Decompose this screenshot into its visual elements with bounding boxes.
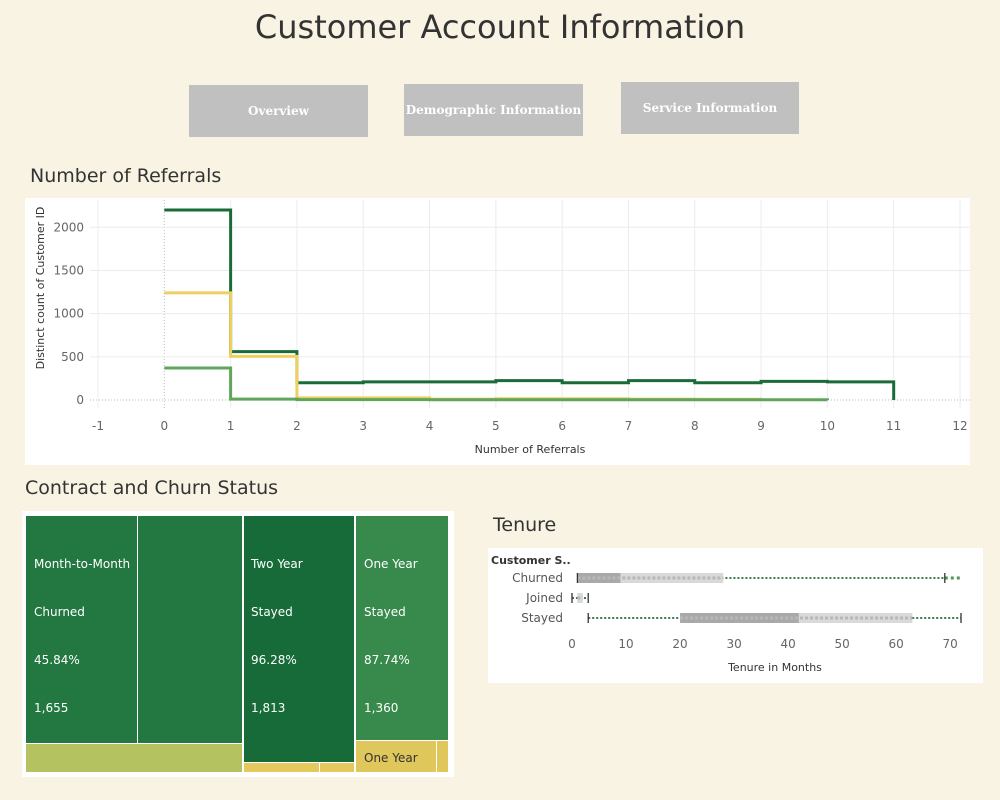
page-title: Customer Account Information [254, 8, 746, 46]
referrals-grid [90, 200, 970, 408]
referrals-x-tick-label: 4 [426, 419, 434, 433]
referrals-y-tick-label: 500 [61, 350, 84, 364]
demographic-information-button[interactable]: Demographic Information [404, 84, 583, 136]
referrals-section-title: Number of Referrals [30, 165, 222, 187]
referrals-x-tick-label: 10 [820, 419, 835, 433]
treemap-label-one-year: One Year Stayed 87.74% 1,360 [364, 524, 418, 748]
overview-button[interactable]: Overview [189, 85, 368, 137]
referrals-x-ticks: -1 0 1 2 3 4 5 6 7 8 9 10 11 12 [92, 419, 968, 433]
referrals-series [164, 208, 896, 402]
referrals-x-tick-label: 2 [293, 419, 301, 433]
service-information-button[interactable]: Service Information [621, 82, 799, 134]
referrals-y-axis-label: Distinct count of Customer ID [34, 207, 47, 370]
tenure-x-tick-label: 50 [834, 637, 849, 651]
tenure-x-ticks: 0 10 20 30 40 50 60 70 [568, 637, 958, 651]
treemap-cell-one-year-other[interactable] [437, 741, 448, 772]
treemap-cell-two-year-other[interactable] [320, 763, 354, 772]
referrals-chart-panel: -1 0 1 2 3 4 5 6 7 8 9 10 11 12 0 500 1000 1500 2000 Numb… [25, 198, 970, 465]
treemap-label-line: Churned [34, 605, 85, 619]
treemap-label-two-year: Two Year Stayed 96.28% 1,813 [251, 524, 303, 748]
referrals-y-tick-label: 0 [76, 393, 84, 407]
tenure-x-tick-label: 60 [889, 637, 904, 651]
referrals-chart: -1 0 1 2 3 4 5 6 7 8 9 10 11 12 0500100015002000 Numb… [34, 200, 970, 456]
tenure-boxes [571, 573, 963, 623]
treemap-label-line: Stayed [364, 605, 406, 619]
referrals-x-tick-label: 9 [757, 419, 765, 433]
tenure-x-tick-label: 40 [780, 637, 795, 651]
treemap-label-month-to-month: Month-to-Month Churned 45.84% 1,655 [34, 524, 130, 748]
treemap-label-one-year-small: One Year [364, 751, 418, 765]
referrals-y-tick-label: 1000 [53, 307, 84, 321]
referrals-x-tick-label: 6 [558, 419, 566, 433]
tenure-category-label: Joined [525, 591, 563, 605]
tenure-x-tick-label: 0 [568, 637, 576, 651]
tenure-x-tick-label: 10 [618, 637, 633, 651]
referrals-x-tick-label: 1 [227, 419, 235, 433]
referrals-x-tick-label: -1 [92, 419, 104, 433]
treemap-label-line: 1,813 [251, 701, 286, 715]
tenure-x-tick-label: 70 [943, 637, 958, 651]
treemap-cell-month-to-month-joined[interactable] [26, 744, 242, 772]
referrals-x-tick-label: 5 [492, 419, 500, 433]
treemap-label-line: 1,360 [364, 701, 399, 715]
contract-treemap-panel: Month-to-Month Churned 45.84% 1,655 Two … [22, 511, 454, 777]
treemap-cell-month-to-month-stayed[interactable] [138, 516, 242, 743]
referrals-x-axis-label: Number of Referrals [475, 443, 586, 456]
treemap-label-line: One Year [364, 557, 418, 571]
referrals-x-tick-label: 11 [886, 419, 901, 433]
referrals-x-tick-label: 7 [625, 419, 633, 433]
tenure-chart-panel: Customer S.. Churned Joined Stayed 0 10 20 30… [488, 548, 983, 683]
tenure-category-label: Churned [512, 571, 563, 585]
treemap-label-line: 87.74% [364, 653, 410, 667]
treemap-label-line: 1,655 [34, 701, 69, 715]
referrals-series-line-2 [164, 291, 763, 401]
treemap-label-line: Two Year [251, 557, 303, 571]
tenure-header: Customer S.. [491, 554, 571, 567]
treemap-label-line: 96.28% [251, 653, 297, 667]
referrals-y-ticks: 0 500 1000 1500 2000 [53, 220, 84, 407]
referrals-x-tick-label: 0 [160, 419, 168, 433]
referrals-y-tick-label: 1500 [53, 263, 84, 277]
treemap-cell-two-year-churned[interactable] [244, 763, 319, 772]
referrals-x-tick-label: 8 [691, 419, 699, 433]
referrals-series-line-1 [164, 208, 896, 400]
treemap-label-line: 45.84% [34, 653, 80, 667]
tenure-section-title: Tenure [493, 514, 557, 536]
tenure-x-axis-label: Tenure in Months [727, 661, 822, 674]
treemap-label-line: Stayed [251, 605, 293, 619]
tenure-categories: Churned Joined Stayed [512, 571, 563, 625]
referrals-x-tick-label: 12 [952, 419, 967, 433]
treemap-label-line: Month-to-Month [34, 557, 131, 571]
tenure-category-label: Stayed [521, 611, 563, 625]
referrals-y-tick-label: 2000 [53, 220, 84, 234]
tenure-chart: Customer S.. Churned Joined Stayed 0 10 20 30… [491, 554, 963, 674]
tenure-x-tick-label: 30 [726, 637, 741, 651]
tenure-x-tick-label: 20 [672, 637, 687, 651]
contract-section-title: Contract and Churn Status [25, 477, 279, 499]
referrals-x-tick-label: 3 [359, 419, 367, 433]
